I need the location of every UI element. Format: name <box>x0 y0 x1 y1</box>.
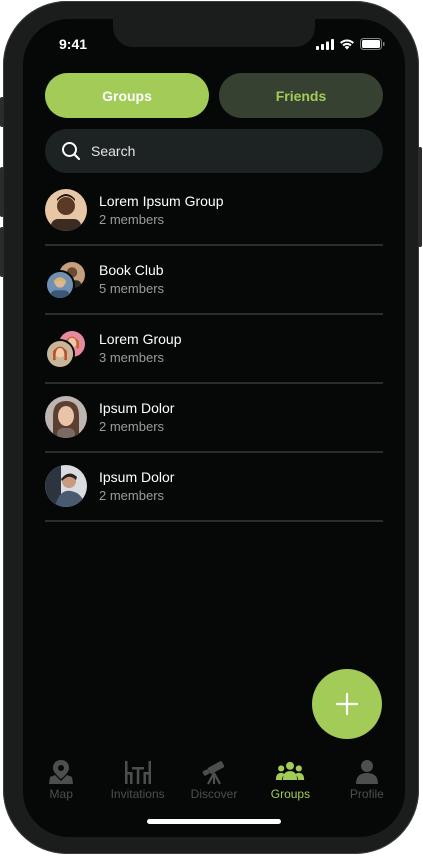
group-avatar <box>45 327 89 371</box>
tab-map[interactable]: Map <box>23 759 99 809</box>
power-button <box>418 147 422 247</box>
avatar <box>45 269 75 300</box>
group-name: Lorem Group <box>99 331 182 347</box>
status-time: 9:41 <box>59 36 88 52</box>
mute-switch <box>0 97 4 127</box>
group-avatar <box>45 188 89 233</box>
telescope-icon <box>202 761 225 785</box>
status-icons <box>316 38 385 50</box>
avatar <box>45 395 87 438</box>
bottom-tab-bar: Map Invitations Discover Groups Profile <box>23 759 405 809</box>
tab-label: Map <box>49 787 73 801</box>
group-member-count: 2 members <box>99 488 165 503</box>
app-screen: 9:41 Groups Friends Search Lorem Ipsum G… <box>23 19 405 837</box>
tab-label: Profile <box>349 787 384 801</box>
tab-label: Invitations <box>110 787 165 801</box>
battery-icon <box>360 38 385 50</box>
add-group-button[interactable] <box>312 669 382 739</box>
tab-invitations[interactable]: Invitations <box>99 759 175 809</box>
group-name: Ipsum Dolor <box>99 469 175 485</box>
signal-icon <box>316 38 334 50</box>
search-icon <box>62 142 81 161</box>
person-icon <box>355 760 378 784</box>
notch <box>113 19 315 47</box>
avatar <box>45 464 87 507</box>
tab-profile[interactable]: Profile <box>329 759 405 809</box>
friends-segment-button[interactable]: Friends <box>219 73 383 118</box>
group-avatar <box>45 258 89 302</box>
group-row[interactable]: Ipsum Dolor 2 members <box>45 453 383 522</box>
table-chairs-icon <box>124 761 151 784</box>
group-avatar <box>45 395 89 440</box>
group-member-count: 3 members <box>99 350 165 365</box>
group-member-count: 2 members <box>99 212 165 227</box>
groups-list: Lorem Ipsum Group 2 members Book Club 5 … <box>45 177 383 522</box>
avatar <box>45 338 75 369</box>
tab-discover[interactable]: Discover <box>176 759 252 809</box>
tab-groups[interactable]: Groups <box>252 759 328 809</box>
volume-down-button <box>0 227 4 277</box>
home-indicator <box>147 819 281 824</box>
tab-label: Groups <box>270 787 311 801</box>
group-name: Book Club <box>99 262 164 278</box>
search-input[interactable] <box>89 142 353 160</box>
group-name: Lorem Ipsum Group <box>99 193 224 209</box>
tab-label: Discover <box>190 787 238 801</box>
group-row[interactable]: Lorem Group 3 members <box>45 315 383 384</box>
group-member-count: 5 members <box>99 281 165 296</box>
group-row[interactable]: Lorem Ipsum Group 2 members <box>45 177 383 246</box>
phone-frame: 9:41 Groups Friends Search Lorem Ipsum G… <box>0 1 422 854</box>
group-name: Ipsum Dolor <box>99 400 175 416</box>
search-bar[interactable] <box>45 129 383 173</box>
groups-segment-button[interactable]: Groups <box>45 73 209 118</box>
avatar <box>45 188 87 231</box>
people-group-icon <box>276 761 305 780</box>
group-row[interactable]: Ipsum Dolor 2 members <box>45 384 383 453</box>
group-row[interactable]: Book Club 5 members <box>45 246 383 315</box>
group-member-count: 2 members <box>99 419 165 434</box>
plus-icon <box>335 692 359 716</box>
wifi-icon <box>340 39 354 49</box>
volume-up-button <box>0 167 4 217</box>
map-pin-icon <box>49 760 74 784</box>
group-avatar <box>45 464 89 509</box>
